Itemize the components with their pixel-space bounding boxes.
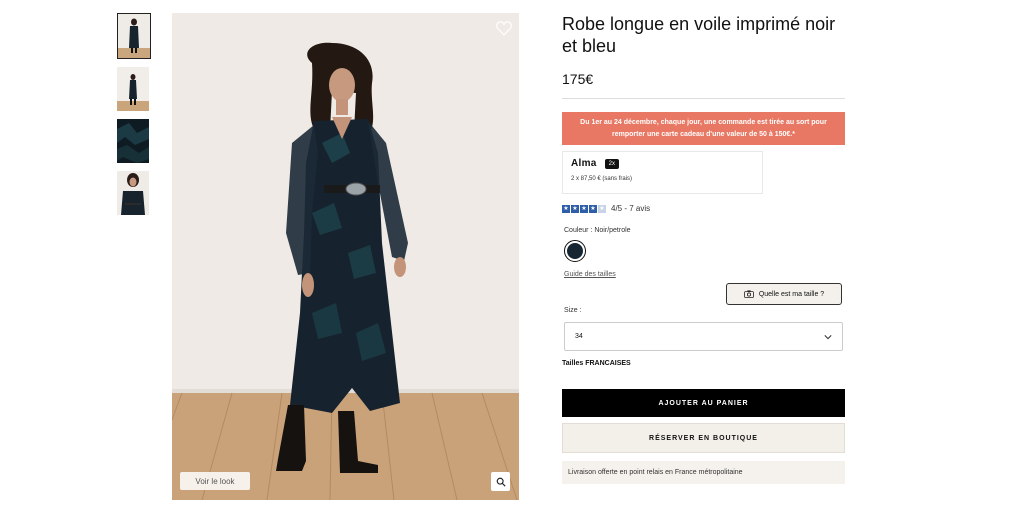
thumbnail-image [117,67,149,111]
size-label: Size : [564,307,582,314]
thumbnail-image [118,14,150,58]
product-info-panel: Robe longue en voile imprimé noir et ble… [562,13,845,484]
star-icon: ★ [571,204,579,213]
size-system-note: Tailles FRANCAISES [562,360,631,367]
thumbnail-1[interactable] [117,13,151,59]
product-title: Robe longue en voile imprimé noir et ble… [562,14,836,56]
camera-icon [744,290,754,298]
rating-stars: ★ ★ ★ ★ ★ [562,204,606,213]
thumbnail-image [117,119,149,163]
zoom-button[interactable] [491,472,510,491]
divider [562,98,845,99]
rating-text[interactable]: 4/5 - 7 avis [611,204,650,213]
find-my-size-button[interactable]: Quelle est ma taille ? [726,283,842,305]
see-the-look-button[interactable]: Voir le look [180,472,250,490]
zoom-icon [496,477,506,487]
size-guide-link[interactable]: Guide des tailles [562,271,845,278]
thumbnail-4[interactable] [117,171,149,215]
size-select[interactable]: 34 [564,322,843,351]
alma-installment-badge[interactable]: 2x [604,158,619,169]
promo-banner: Du 1er au 24 décembre, chaque jour, une … [562,112,845,145]
product-price: 175€ [562,71,594,87]
find-my-size-label: Quelle est ma taille ? [758,290,825,298]
thumbnail-list [117,13,151,223]
thumbnail-3[interactable] [117,119,149,163]
alma-installment-detail: 2 x 87,50 € (sans frais) [571,176,633,182]
star-icon: ★ [589,204,597,213]
color-label-row: Couleur : Noir/petrole [562,227,845,234]
star-empty-icon: ★ [598,204,606,213]
model-photo [172,13,519,500]
thumbnail-image [117,171,149,215]
main-product-image[interactable]: Voir le look [172,13,519,500]
color-label: Couleur : [564,227,593,234]
reserve-in-store-button[interactable]: RÉSERVER EN BOUTIQUE [562,423,845,453]
color-swatch-noir-petrole[interactable] [564,240,586,262]
star-icon: ★ [562,204,570,213]
color-value: Noir/petrole [594,227,631,234]
chevron-down-icon [824,334,832,339]
add-to-cart-button[interactable]: AJOUTER AU PANIER [562,389,845,417]
delivery-info: Livraison offerte en point relais en Fra… [562,461,845,484]
alma-logo: Alma [571,158,597,169]
star-icon: ★ [580,204,588,213]
heart-icon[interactable] [495,19,513,37]
size-selected-value: 34 [575,333,583,340]
alma-payment-box[interactable]: Alma 2x 2 x 87,50 € (sans frais) [562,151,763,194]
thumbnail-2[interactable] [117,67,149,111]
rating-summary[interactable]: ★ ★ ★ ★ ★ 4/5 - 7 avis [562,204,845,213]
